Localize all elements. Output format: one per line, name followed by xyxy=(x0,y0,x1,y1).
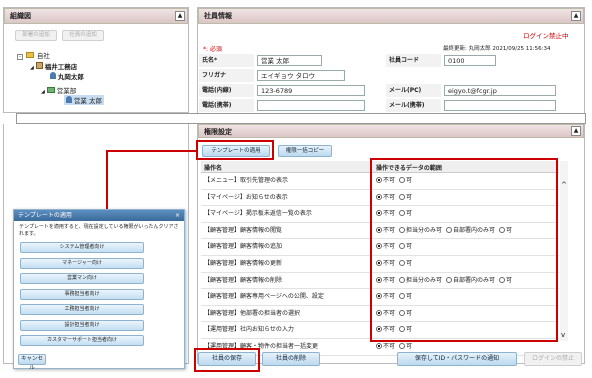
org-chart-panel: 組織図 ▲ 部署の追加 社員の追加 - 自社 ◢ 福井工務店 丸岡太郎 ◢ 営業… xyxy=(3,7,189,113)
tree-item-label: 営業部 xyxy=(56,87,77,95)
folder-icon xyxy=(25,52,34,58)
org-chart-title: 組織図 xyxy=(10,12,31,20)
permission-name: 【メニュー】取引先管理の表示 xyxy=(204,177,289,184)
tree-item-label: 自社 xyxy=(36,52,50,60)
collapse-icon[interactable]: ▲ xyxy=(571,126,581,136)
employee-info-header: 社員情報 ▲ xyxy=(198,8,584,24)
permission-option[interactable]: 可 xyxy=(399,343,412,350)
template-option-button[interactable]: 設計担当者向け xyxy=(20,319,144,331)
phone-mobile-label: 電話(携帯) xyxy=(199,99,254,112)
employee-code-label: 社員コード xyxy=(386,54,441,67)
add-employee-button[interactable]: 社員の追加 xyxy=(62,30,104,41)
permissions-title: 権限設定 xyxy=(204,128,232,136)
option-label: 可 xyxy=(406,343,413,350)
building-icon xyxy=(35,62,43,69)
template-option-button[interactable]: 工務担当者向け xyxy=(20,304,144,315)
scroll-up-icon[interactable]: ^ xyxy=(561,181,567,189)
folder-icon xyxy=(46,87,55,93)
tree-item-selected-employee[interactable]: 営業 太郎 xyxy=(64,95,104,105)
scroll-down-icon[interactable]: v xyxy=(561,331,565,339)
save-employee-button[interactable]: 社員の保存 xyxy=(198,352,256,366)
collapse-minus-icon[interactable]: - xyxy=(17,54,23,60)
tree-item-label: 営業 太郎 xyxy=(73,97,102,105)
permission-name: 【顧客管理】顧客専用ページへの公開、設定 xyxy=(204,293,324,301)
phone-internal-label: 電話(内線) xyxy=(199,84,254,97)
cancel-button[interactable]: キャンセル xyxy=(18,354,46,371)
tree-item-company[interactable]: - 自社 xyxy=(17,50,50,60)
collapse-icon[interactable]: ▲ xyxy=(175,11,185,21)
collapse-triangle-icon: ◢ xyxy=(41,89,45,95)
template-popup-description: テンプレートを適用すると、現在設定している権限がいったんクリアされます。 xyxy=(19,224,179,237)
tree-item-department[interactable]: ◢ 営業部 xyxy=(41,85,76,95)
bulk-copy-button[interactable]: 権限一括コピー xyxy=(278,145,332,157)
org-chart-header: 組織図 ▲ xyxy=(4,8,188,24)
col-operation-header: 操作名 xyxy=(204,165,223,172)
tree-item-person[interactable]: 丸岡太郎 xyxy=(50,71,84,81)
callout-line-v xyxy=(106,150,108,210)
login-status: ログイン禁止中 xyxy=(523,32,569,40)
employee-info-title: 社員情報 xyxy=(204,12,232,20)
person-icon xyxy=(50,72,56,79)
employee-code-input[interactable]: 0100 xyxy=(444,55,496,66)
permission-name: 【マイページ】お知らせの表示 xyxy=(204,193,288,201)
mail-mobile-label: メール(携帯) xyxy=(386,99,441,112)
last-updated: 最終更新: 丸岡太郎 2021/09/25 11:56:34 xyxy=(443,46,551,52)
radio-icon[interactable] xyxy=(399,343,406,349)
name-label: 氏名* xyxy=(199,54,254,67)
permission-name: 【顧客管理】顧客情報の追加 xyxy=(204,243,283,251)
mail-pc-input[interactable]: eigyo.t@fcgr.jp xyxy=(444,85,556,96)
template-option-button[interactable]: 営業マン向け xyxy=(20,273,144,284)
person-icon xyxy=(66,96,72,103)
permission-option[interactable]: 不可 xyxy=(376,343,395,350)
permission-name: 【顧客管理】他部署の担当者の選択 xyxy=(204,309,301,317)
template-popup-header: テンプレートの適用 × xyxy=(14,210,184,221)
mail-pc-label: メール(PC) xyxy=(386,84,441,97)
tree-item-label: 福井工務店 xyxy=(44,63,78,71)
name-input[interactable]: 営業 太郎 xyxy=(257,55,322,66)
template-option-button[interactable]: 事務担当者向け xyxy=(20,288,144,300)
screenshot-cut-band xyxy=(16,113,586,124)
add-department-button[interactable]: 部署の追加 xyxy=(15,30,57,41)
template-option-button[interactable]: マネージャー向け xyxy=(20,257,144,269)
permission-name: 【顧客管理】顧客情報の更新 xyxy=(204,260,283,267)
mail-mobile-input[interactable] xyxy=(444,100,556,111)
tree-item-branch[interactable]: ◢ 福井工務店 xyxy=(30,61,77,71)
template-option-button[interactable]: カスタマーサポート担当者向け xyxy=(20,335,144,346)
permission-name: 【マイページ】掲示板未返信一覧の表示 xyxy=(204,210,312,218)
phone-internal-input[interactable]: 123-6789 xyxy=(257,85,365,96)
required-note: *: 必須 xyxy=(203,46,222,53)
tree-item-label: 丸岡太郎 xyxy=(57,73,84,81)
option-label: 不可 xyxy=(383,343,396,350)
save-and-notify-button[interactable]: 保存してID・パスワードの通知 xyxy=(397,352,517,366)
radio-icon[interactable] xyxy=(376,343,382,349)
template-option-button[interactable]: システム管理者向け xyxy=(20,242,144,253)
permission-name: 【顧客管理】顧客情報の削除 xyxy=(204,276,283,284)
phone-mobile-input[interactable] xyxy=(257,100,365,111)
delete-employee-button[interactable]: 社員の削除 xyxy=(262,352,320,366)
callout-line-h xyxy=(106,150,197,152)
highlight-scope-column xyxy=(370,158,558,342)
permission-name: 【顧客管理】顧客情報の閲覧 xyxy=(204,226,283,234)
scrollbar[interactable]: ^ v xyxy=(560,161,568,341)
permissions-header: 権限設定 ▲ xyxy=(198,124,584,138)
login-ban-button[interactable]: ログインの禁止 xyxy=(524,352,582,366)
collapse-triangle-icon: ◢ xyxy=(30,65,34,71)
furigana-label: フリガナ xyxy=(199,69,254,82)
permission-name: 【運用管理】社内お知らせの入力 xyxy=(204,326,294,334)
template-popup-title: テンプレートの適用 xyxy=(18,212,72,219)
furigana-input[interactable]: エイギョウ タロウ xyxy=(257,70,345,81)
collapse-icon[interactable]: ▲ xyxy=(571,11,581,21)
highlight-template-button xyxy=(196,140,274,160)
close-icon[interactable]: × xyxy=(175,210,180,221)
